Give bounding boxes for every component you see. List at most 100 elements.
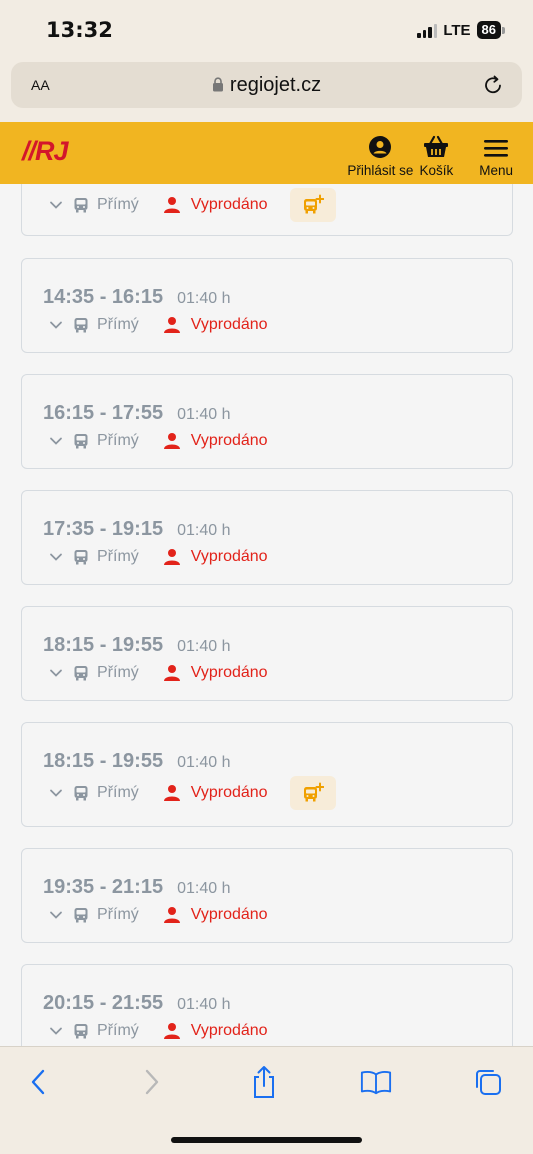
bus-icon — [74, 1024, 88, 1039]
route-status: Vyprodáno — [190, 1022, 268, 1039]
route-status: Vyprodáno — [190, 784, 268, 801]
tabs-button[interactable] — [472, 1065, 504, 1099]
person-icon — [163, 785, 180, 801]
extra-bus-badge[interactable] — [289, 776, 336, 810]
route-status: Vyprodáno — [190, 548, 268, 565]
bus-icon — [74, 318, 88, 333]
route-status: Vyprodáno — [190, 906, 268, 923]
route-card[interactable]: 14:35 - 16:15 01:40 h Přímý Vyprodáno — [21, 258, 513, 353]
route-type: Přímý — [97, 906, 139, 923]
route-details: Přímý Vyprodáno — [49, 661, 268, 685]
logo-text: RJ — [35, 136, 69, 166]
route-status: Vyprodáno — [190, 664, 268, 681]
route-type: Přímý — [97, 432, 139, 449]
route-details: Přímý Vyprodáno — [49, 1019, 268, 1043]
route-times: 14:35 - 16:15 — [43, 286, 164, 308]
chevron-down-icon[interactable] — [49, 434, 63, 448]
basket-icon — [424, 135, 449, 157]
signal-icon — [417, 23, 438, 38]
status-indicators: LTE 86 — [417, 19, 505, 41]
route-duration: 01:40 h — [177, 996, 231, 1013]
route-list: Přímý Vyprodáno 14:35 - 16:15 01:40 h Př… — [0, 184, 533, 1046]
reload-icon[interactable] — [480, 72, 506, 98]
forward-button[interactable] — [136, 1065, 168, 1099]
route-duration: 01:40 h — [177, 522, 231, 539]
route-times-row: 18:15 - 19:55 01:40 h — [43, 634, 230, 657]
route-details: Přímý Vyprodáno — [49, 429, 268, 453]
home-indicator — [171, 1137, 362, 1143]
route-details: Přímý Vyprodáno — [49, 903, 268, 927]
route-status: Vyprodáno — [190, 316, 268, 333]
route-times-row: 16:15 - 17:55 01:40 h — [43, 402, 230, 425]
bus-icon — [74, 198, 88, 213]
route-status: Vyprodáno — [190, 432, 268, 449]
chevron-down-icon[interactable] — [49, 908, 63, 922]
route-details: Přímý Vyprodáno — [49, 776, 336, 810]
login-button[interactable]: Přihlásit se — [347, 130, 413, 178]
chevron-down-icon[interactable] — [49, 666, 63, 680]
bus-icon — [74, 786, 88, 801]
route-duration: 01:40 h — [177, 880, 231, 897]
route-card[interactable]: 18:15 - 19:55 01:40 h Přímý Vyprodáno — [21, 606, 513, 701]
user-circle-icon — [369, 136, 392, 158]
chevron-down-icon[interactable] — [49, 786, 63, 800]
menu-label: Menu — [479, 163, 513, 178]
regiojet-logo[interactable]: //RJ — [22, 136, 69, 167]
tabs-icon — [476, 1070, 501, 1095]
status-time: 13:32 — [46, 18, 113, 42]
hamburger-icon — [484, 140, 509, 157]
route-times-row: 20:15 - 21:55 01:40 h — [43, 992, 230, 1015]
chevron-down-icon[interactable] — [49, 550, 63, 564]
route-card[interactable]: 16:15 - 17:55 01:40 h Přímý Vyprodáno — [21, 374, 513, 469]
route-times: 19:35 - 21:15 — [43, 876, 164, 898]
forward-icon — [145, 1069, 159, 1095]
person-icon — [163, 433, 180, 449]
route-details: Přímý Vyprodáno — [49, 313, 268, 337]
chevron-down-icon[interactable] — [49, 318, 63, 332]
route-type: Přímý — [97, 784, 139, 801]
route-type: Přímý — [97, 1022, 139, 1039]
route-card[interactable]: Přímý Vyprodáno — [21, 184, 513, 236]
status-bar: 13:32 LTE 86 — [0, 0, 533, 60]
url-display[interactable]: regiojet.cz — [11, 74, 522, 97]
share-icon — [254, 1066, 274, 1098]
chevron-down-icon[interactable] — [49, 1024, 63, 1038]
battery-level: 86 — [476, 21, 501, 39]
add-bus-icon — [303, 194, 324, 214]
route-card[interactable]: 17:35 - 19:15 01:40 h Přímý Vyprodáno — [21, 490, 513, 585]
chevron-down-icon[interactable] — [49, 198, 63, 212]
route-times: 20:15 - 21:55 — [43, 992, 164, 1014]
route-times-row: 14:35 - 16:15 01:40 h — [43, 286, 230, 309]
extra-bus-badge[interactable] — [289, 188, 336, 222]
route-times: 16:15 - 17:55 — [43, 402, 164, 424]
cart-button[interactable]: Košík — [419, 130, 453, 178]
route-duration: 01:40 h — [177, 754, 231, 771]
route-duration: 01:40 h — [177, 290, 231, 307]
url-text: regiojet.cz — [229, 74, 322, 96]
add-bus-icon — [303, 782, 324, 802]
person-icon — [163, 907, 180, 923]
route-card[interactable]: 19:35 - 21:15 01:40 h Přímý Vyprodáno — [21, 848, 513, 943]
route-times: 18:15 - 19:55 — [43, 750, 164, 772]
route-type: Přímý — [97, 548, 139, 565]
share-button[interactable] — [248, 1065, 280, 1099]
menu-button[interactable]: Menu — [479, 130, 513, 178]
bus-icon — [74, 666, 88, 681]
bus-icon — [74, 550, 88, 565]
bus-icon — [74, 908, 88, 923]
route-times-row: 17:35 - 19:15 01:40 h — [43, 518, 230, 541]
bookmarks-button[interactable] — [360, 1065, 392, 1099]
route-card[interactable]: 18:15 - 19:55 01:40 h Přímý Vyprodáno — [21, 722, 513, 827]
back-button[interactable] — [22, 1065, 54, 1099]
route-type: Přímý — [97, 316, 139, 333]
route-details: Přímý Vyprodáno — [49, 188, 336, 222]
battery-icon: 86 — [476, 21, 505, 39]
lock-icon — [212, 77, 223, 92]
route-card[interactable]: 20:15 - 21:55 01:40 h Přímý Vyprodáno — [21, 964, 513, 1046]
route-times: 18:15 - 19:55 — [43, 634, 164, 656]
url-bar[interactable]: AA regiojet.cz — [11, 62, 522, 108]
bus-icon — [74, 434, 88, 449]
person-icon — [163, 665, 180, 681]
person-icon — [163, 317, 180, 333]
browser-top: 13:32 LTE 86 AA regiojet.cz — [0, 0, 533, 122]
